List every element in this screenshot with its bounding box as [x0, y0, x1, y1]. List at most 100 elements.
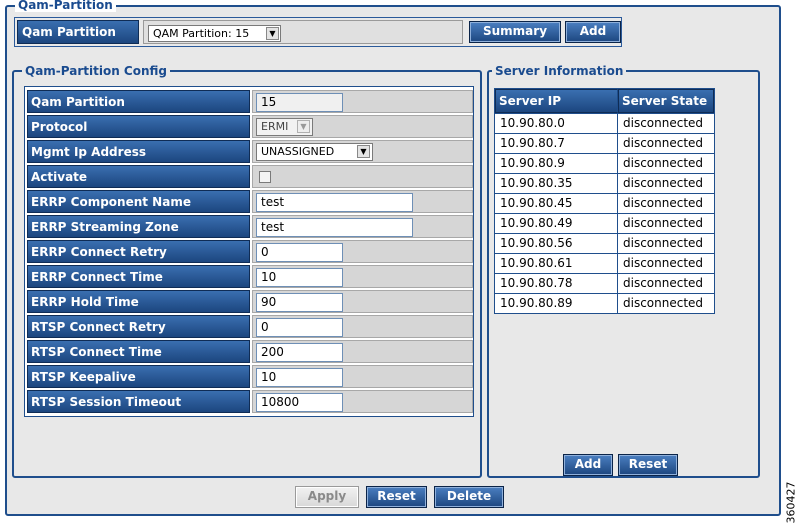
config-label: ERRP Streaming Zone	[27, 215, 250, 238]
rtsp-session-timeout-input[interactable]: 10800	[256, 393, 343, 412]
partition-selector-bar: Qam Partition QAM Partition: 15 ▼ Summar…	[14, 17, 622, 47]
server-information-fieldset: Server Information Server IP Address Ser…	[487, 64, 760, 478]
qam-partition-legend: Qam-Partition	[15, 0, 116, 12]
rtsp-keepalive-input[interactable]: 10	[256, 368, 343, 387]
protocol-select[interactable]: ERMI ▼	[256, 118, 313, 136]
server-state-cell: disconnected	[623, 116, 704, 130]
chevron-down-icon[interactable]: ▼	[266, 27, 279, 40]
partition-select-value: QAM Partition: 15	[153, 27, 250, 40]
server-information-legend: Server Information	[492, 64, 627, 78]
config-value-cell: 0	[252, 315, 473, 338]
chevron-down-icon[interactable]: ▼	[297, 120, 310, 133]
server-table-row: 10.90.80.61 disconnected	[495, 253, 714, 273]
partition-select[interactable]: QAM Partition: 15 ▼	[148, 25, 281, 42]
server-ip-cell: 10.90.80.78	[495, 274, 618, 293]
config-row-rtsp-connect-time: RTSP Connect Time 200	[27, 339, 473, 364]
errp-hold-time-input[interactable]: 90	[256, 293, 343, 312]
config-row-errp-streaming-zone: ERRP Streaming Zone test	[27, 214, 473, 239]
config-value-cell: UNASSIGNED ▼	[252, 140, 473, 163]
config-value-cell: 10800	[252, 390, 473, 413]
server-ip-cell: 10.90.80.49	[495, 214, 618, 233]
server-state-cell: disconnected	[623, 136, 704, 150]
errp-component-name-input[interactable]: test	[256, 193, 413, 212]
config-value-cell: 15	[252, 90, 473, 113]
server-ip-cell: 10.90.80.56	[495, 234, 618, 253]
config-label: Protocol	[27, 115, 250, 138]
server-state-cell: disconnected	[623, 156, 704, 170]
server-ip-cell: 10.90.80.7	[495, 134, 618, 153]
server-table-row: 10.90.80.45 disconnected	[495, 193, 714, 213]
config-label: ERRP Connect Retry	[27, 240, 250, 263]
server-table: Server IP Address Server State 10.90.80.…	[494, 88, 715, 314]
config-row-rtsp-keepalive: RTSP Keepalive 10	[27, 364, 473, 389]
config-row-mgmt-ip: Mgmt Ip Address UNASSIGNED ▼	[27, 139, 473, 164]
activate-checkbox[interactable]	[259, 171, 271, 183]
server-table-row: 10.90.80.89 disconnected	[495, 293, 714, 313]
server-table-row: 10.90.80.9 disconnected	[495, 153, 714, 173]
config-row-errp-connect-time: ERRP Connect Time 10	[27, 264, 473, 289]
config-label: RTSP Connect Retry	[27, 315, 250, 338]
figure-id-text: 360427	[784, 481, 797, 524]
server-ip-cell: 10.90.80.9	[495, 154, 618, 173]
mgmt-ip-select[interactable]: UNASSIGNED ▼	[256, 143, 373, 161]
server-table-row: 10.90.80.7 disconnected	[495, 133, 714, 153]
summary-button[interactable]: Summary	[469, 21, 561, 43]
server-state-cell: disconnected	[623, 196, 704, 210]
rtsp-connect-time-input[interactable]: 200	[256, 343, 343, 362]
server-ip-cell: 10.90.80.35	[495, 174, 618, 193]
config-row-qam-partition: Qam Partition 15	[27, 89, 473, 114]
delete-button[interactable]: Delete	[434, 486, 504, 508]
protocol-select-value: ERMI	[261, 120, 289, 133]
config-label: Mgmt Ip Address	[27, 140, 250, 163]
config-row-activate: Activate	[27, 164, 473, 189]
config-value-cell: 10	[252, 265, 473, 288]
config-row-rtsp-session-timeout: RTSP Session Timeout 10800	[27, 389, 473, 414]
server-state-cell: disconnected	[623, 256, 704, 270]
server-ip-cell: 10.90.80.89	[495, 294, 618, 313]
reset-button[interactable]: Reset	[366, 486, 427, 508]
config-label: RTSP Session Timeout	[27, 390, 250, 413]
config-label: ERRP Component Name	[27, 190, 250, 213]
errp-streaming-zone-input[interactable]: test	[256, 218, 413, 237]
config-label: RTSP Connect Time	[27, 340, 250, 363]
add-server-button[interactable]: Add	[563, 454, 613, 476]
server-state-cell: disconnected	[623, 236, 704, 250]
config-label: ERRP Hold Time	[27, 290, 250, 313]
config-value-cell: ERMI ▼	[252, 115, 473, 138]
config-row-errp-connect-retry: ERRP Connect Retry 0	[27, 239, 473, 264]
config-value-cell: test	[252, 190, 473, 213]
apply-button[interactable]: Apply	[295, 486, 359, 508]
server-table-header: Server IP Address Server State	[495, 89, 714, 130]
server-table-row: 10.90.80.78 disconnected	[495, 273, 714, 293]
server-ip-cell: 10.90.80.61	[495, 254, 618, 273]
config-row-rtsp-connect-retry: RTSP Connect Retry 0	[27, 314, 473, 339]
config-value-cell: 200	[252, 340, 473, 363]
config-legend: Qam-Partition Config	[22, 64, 171, 78]
qam-partition-label: Qam Partition	[17, 20, 139, 44]
partition-select-cell: QAM Partition: 15 ▼	[143, 20, 463, 44]
server-table-row: 10.90.80.49 disconnected	[495, 213, 714, 233]
add-partition-button[interactable]: Add	[565, 21, 621, 43]
column-header-server-state: Server State	[618, 89, 714, 113]
chevron-down-icon[interactable]: ▼	[357, 145, 370, 158]
config-value-cell: 90	[252, 290, 473, 313]
column-header-server-ip: Server IP Address	[495, 89, 618, 130]
server-ip-cell: 10.90.80.0	[495, 114, 618, 133]
server-state-cell: disconnected	[623, 216, 704, 230]
config-value-cell	[252, 165, 473, 188]
errp-connect-time-input[interactable]: 10	[256, 268, 343, 287]
reset-server-button[interactable]: Reset	[618, 454, 678, 476]
config-label: Activate	[27, 165, 250, 188]
server-table-row: 10.90.80.56 disconnected	[495, 233, 714, 253]
config-row-errp-hold-time: ERRP Hold Time 90	[27, 289, 473, 314]
server-state-cell: disconnected	[623, 176, 704, 190]
rtsp-connect-retry-input[interactable]: 0	[256, 318, 343, 337]
server-table-row: 10.90.80.35 disconnected	[495, 173, 714, 193]
server-state-cell: disconnected	[623, 276, 704, 290]
errp-connect-retry-input[interactable]: 0	[256, 243, 343, 262]
qam-partition-config-fieldset: Qam-Partition Config Qam Partition 15 Pr…	[12, 64, 482, 478]
config-row-protocol: Protocol ERMI ▼	[27, 114, 473, 139]
config-row-errp-component-name: ERRP Component Name test	[27, 189, 473, 214]
config-label: ERRP Connect Time	[27, 265, 250, 288]
config-value-cell: 0	[252, 240, 473, 263]
